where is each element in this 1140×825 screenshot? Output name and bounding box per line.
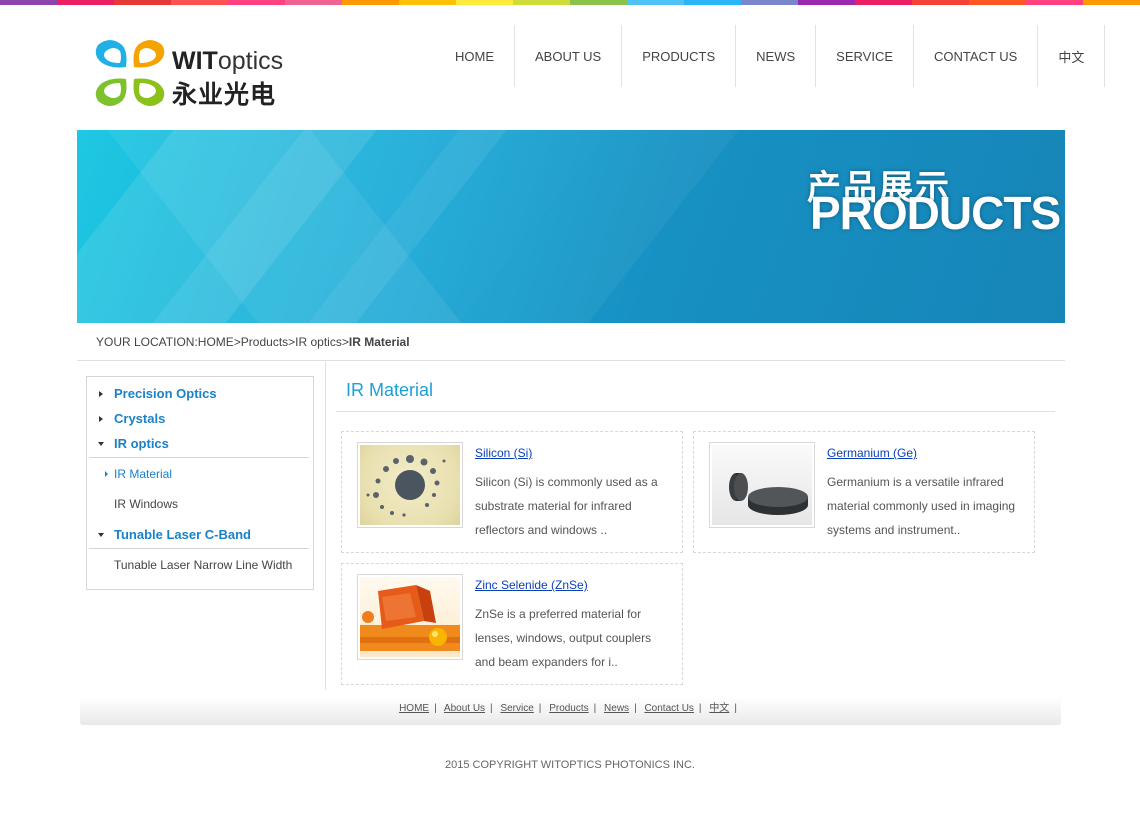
title-underline [336,411,1055,412]
nav-contact-us[interactable]: CONTACT US [913,25,1037,87]
product-description: Germanium is a versatile infrared materi… [827,475,1016,537]
sidebar-item-ir-windows[interactable]: IR Windows [89,489,309,519]
germanium-disc-image [729,473,808,515]
triangle-down-icon [98,533,104,537]
triangle-down-icon [98,442,104,446]
content-divider [325,362,326,690]
sidebar-item-tunable-laser-narrow-line-width[interactable]: Tunable Laser Narrow Line Width [89,550,309,580]
logo-mark-icon [95,40,165,106]
product-thumbnail-silicon[interactable] [357,442,463,528]
logo-brand-text: WIToptics [172,47,284,75]
footer-separator: | [634,703,637,714]
triangle-right-icon [99,416,103,422]
product-thumbnail-zinc-selenide[interactable] [357,574,463,660]
footer-separator: | [434,703,437,714]
nav-news[interactable]: NEWS [735,25,815,87]
triangle-right-icon [105,471,108,477]
sidebar-item-precision-optics[interactable]: Precision Optics [87,383,313,408]
logo-chinese-text: 永业光电 [172,81,277,109]
sidebar: Precision Optics Crystals IR optics IR M… [86,376,314,590]
breadcrumb: YOUR LOCATION:HOME>Products>IR optics>IR… [77,323,1065,361]
breadcrumb-current: IR Material [348,335,410,349]
footer-link-home[interactable]: HOME [399,703,429,714]
footer-separator: | [698,703,702,714]
nav-chinese[interactable]: 中文 [1037,25,1106,87]
footer-separator: | [490,703,493,714]
product-card-zinc-selenide: Zinc Selenide (ZnSe) ZnSe is a preferred… [341,563,683,685]
sidebar-item-tunable-laser-c-band[interactable]: Tunable Laser C-Band [87,524,313,549]
product-link-germanium[interactable]: Germanium (Ge) [827,446,917,460]
footer-link-products[interactable]: Products [549,703,588,714]
nav-service[interactable]: SERVICE [815,25,913,87]
footer-separator: | [734,703,737,714]
footer-link-contact-us[interactable]: Contact Us [644,703,693,714]
breadcrumb-path[interactable]: YOUR LOCATION:HOME>Products>IR optics> [96,335,349,349]
silicon-wafer-image [366,455,446,517]
zinc-selenide-crystal-image [360,585,460,651]
footer-link-about-us[interactable]: About Us [444,703,485,714]
sidebar-item-crystals[interactable]: Crystals [87,408,313,433]
product-link-zinc-selenide[interactable]: Zinc Selenide (ZnSe) [475,578,588,592]
footer-link-news[interactable]: News [604,703,629,714]
footer-link-chinese[interactable]: 中文 [709,703,729,714]
site-header: WIToptics 永业光电 HOME ABOUT US PRODUCTS NE… [0,5,1140,125]
product-card-germanium: Germanium (Ge) Germanium is a versatile … [693,431,1035,553]
triangle-right-icon [99,391,103,397]
product-card-silicon: Silicon (Si) Silicon (Si) is commonly us… [341,431,683,553]
nav-about-us[interactable]: ABOUT US [514,25,621,87]
product-description: Silicon (Si) is commonly used as a subst… [475,475,658,537]
copyright-text: 2015 COPYRIGHT WITOPTICS PHOTONICS INC. [445,759,695,771]
product-link-silicon[interactable]: Silicon (Si) [475,446,532,460]
footer-links: HOME | About Us | Service | Products | News |… [80,697,1061,725]
sidebar-item-ir-material[interactable]: IR Material [89,459,309,489]
sidebar-item-ir-optics[interactable]: IR optics [87,433,313,458]
sidebar-divider [89,548,309,549]
sidebar-divider [89,457,309,458]
page-title: IR Material [346,380,434,400]
nav-home[interactable]: HOME [435,25,514,87]
nav-products[interactable]: PRODUCTS [621,25,735,87]
footer-separator: | [538,703,542,714]
banner-title-en: PRODUCTS [810,187,1061,239]
footer-separator: | [593,703,597,714]
footer-link-service[interactable]: Service [500,703,533,714]
main-nav: HOME ABOUT US PRODUCTS NEWS SERVICE CONT… [435,25,1106,87]
products-banner: 产品展示 PRODUCTS [77,130,1065,323]
product-description: ZnSe is a preferred material for lenses,… [475,607,652,669]
site-logo[interactable]: WIToptics 永业光电 [92,37,292,112]
product-thumbnail-germanium[interactable] [709,442,815,528]
